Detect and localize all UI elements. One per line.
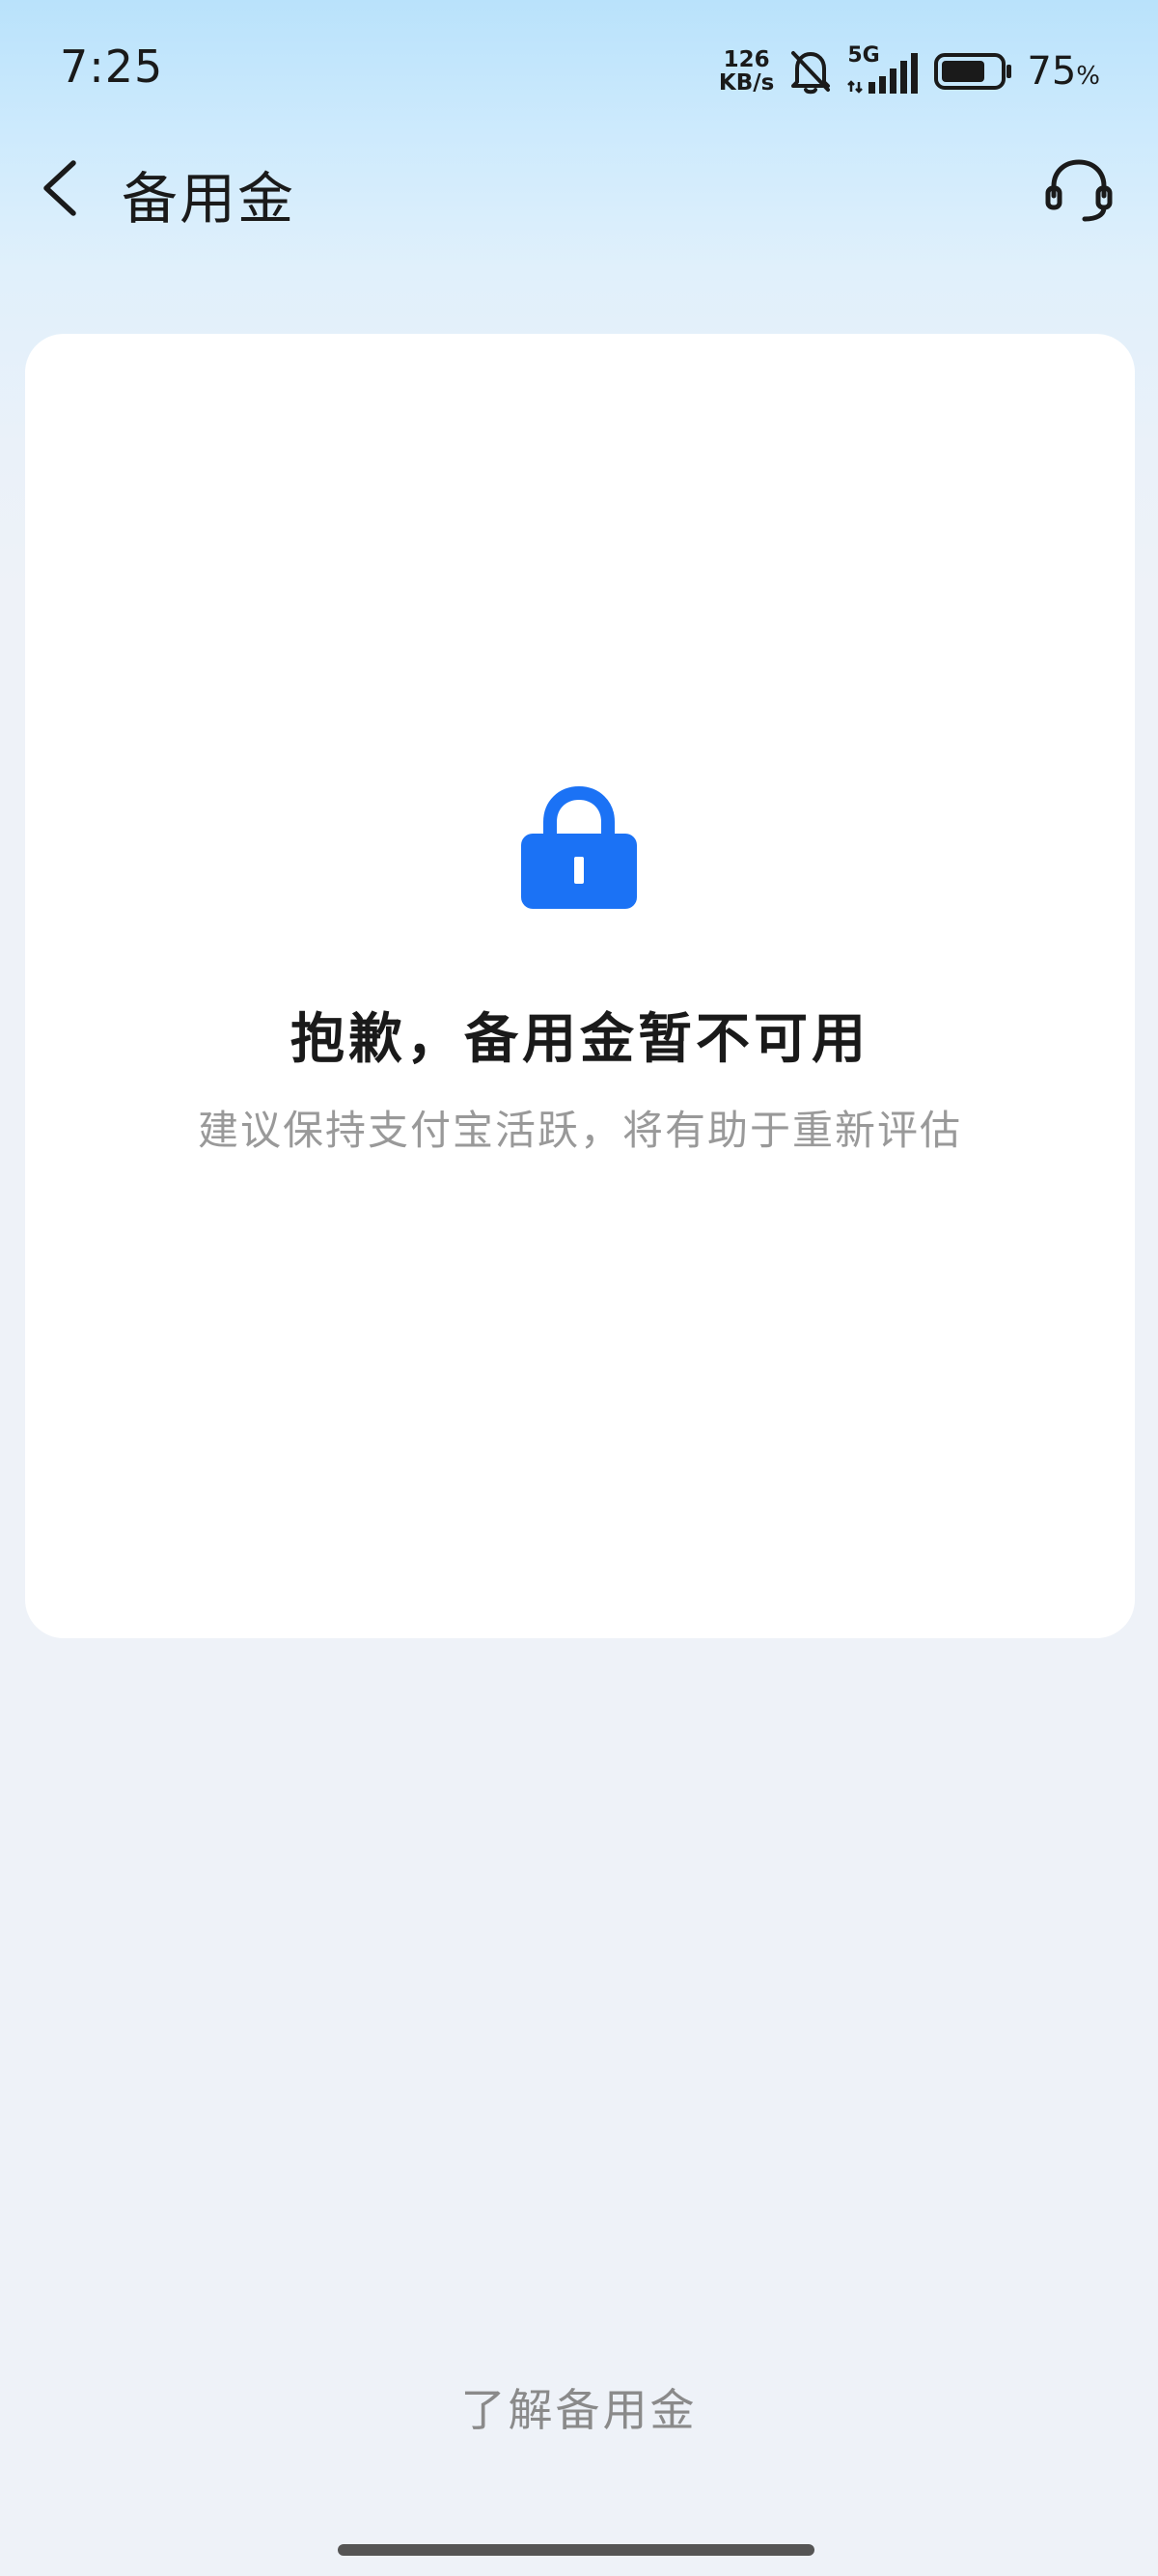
home-indicator[interactable] <box>338 2544 814 2556</box>
battery-percent-value: 75 <box>1027 49 1077 94</box>
network-speed: 126 KB/s <box>719 48 774 95</box>
learn-more-link[interactable]: 了解备用金 <box>0 2375 1158 2439</box>
status-bar: 7:25 126 KB/s 5G 75% <box>0 0 1158 140</box>
nav-bar: 备用金 <box>0 140 1158 236</box>
lock-icon <box>521 785 637 909</box>
battery-icon <box>934 52 1013 91</box>
network-speed-value: 126 <box>723 47 770 72</box>
status-icons: 126 KB/s 5G 75% <box>719 43 1100 98</box>
headset-icon[interactable] <box>1044 155 1114 225</box>
unavailable-title: 抱歉，备用金暂不可用 <box>290 1008 869 1071</box>
unavailable-subtitle: 建议保持支付宝活跃，将有助于重新评估 <box>197 1107 962 1154</box>
status-card: 抱歉，备用金暂不可用 建议保持支付宝活跃，将有助于重新评估 <box>25 334 1135 1638</box>
page-title: 备用金 <box>122 166 296 232</box>
bell-muted-icon <box>791 51 831 95</box>
signal-icon: 5G <box>847 43 921 96</box>
status-time: 7:25 <box>60 41 164 93</box>
chevron-left-icon[interactable] <box>35 157 93 219</box>
battery-percent-unit: % <box>1076 62 1100 91</box>
network-speed-unit: KB/s <box>718 70 775 96</box>
battery-percentage: 75% <box>1027 49 1100 94</box>
